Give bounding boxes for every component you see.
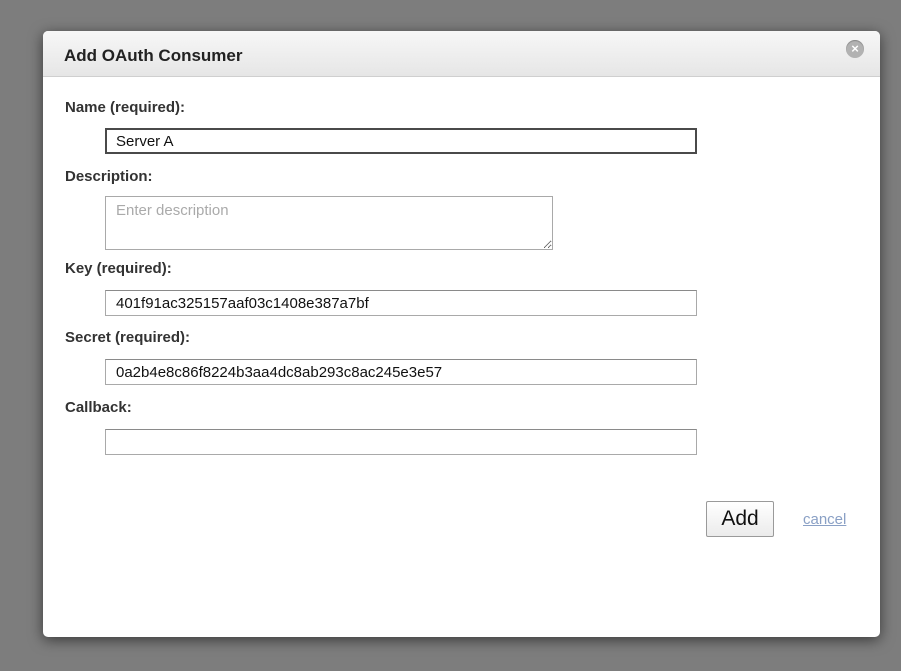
- name-label: Name (required):: [65, 99, 186, 116]
- callback-input[interactable]: [105, 429, 697, 455]
- secret-label: Secret (required):: [65, 329, 191, 346]
- close-icon[interactable]: ×: [846, 40, 864, 58]
- callback-label: Callback:: [65, 399, 132, 416]
- cancel-link[interactable]: cancel: [803, 511, 846, 528]
- name-input[interactable]: [105, 128, 697, 154]
- add-oauth-consumer-dialog: Add OAuth Consumer × Name (required): De…: [43, 31, 880, 637]
- key-input[interactable]: [105, 290, 697, 316]
- dialog-header: Add OAuth Consumer ×: [43, 31, 880, 77]
- description-label: Description:: [65, 168, 153, 185]
- add-button[interactable]: Add: [706, 501, 774, 537]
- key-label: Key (required):: [65, 260, 172, 277]
- secret-input[interactable]: [105, 359, 697, 385]
- dialog-title: Add OAuth Consumer: [64, 46, 243, 65]
- description-textarea[interactable]: [105, 196, 553, 250]
